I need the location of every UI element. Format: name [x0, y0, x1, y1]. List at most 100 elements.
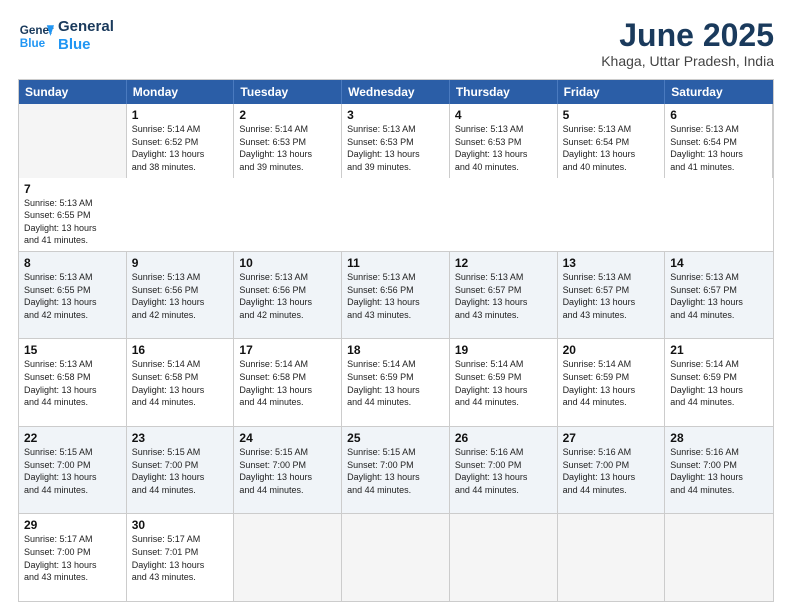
cell-info: Sunrise: 5:14 AMSunset: 6:52 PMDaylight:… — [132, 123, 229, 173]
day-number: 12 — [455, 256, 552, 270]
day-header-friday: Friday — [558, 80, 666, 104]
calendar-cell: 5Sunrise: 5:13 AMSunset: 6:54 PMDaylight… — [558, 104, 666, 177]
cell-info: Sunrise: 5:13 AMSunset: 6:57 PMDaylight:… — [455, 271, 552, 321]
day-number: 5 — [563, 108, 660, 122]
calendar-cell: 13Sunrise: 5:13 AMSunset: 6:57 PMDayligh… — [558, 252, 666, 339]
cell-info: Sunrise: 5:15 AMSunset: 7:00 PMDaylight:… — [347, 446, 444, 496]
location: Khaga, Uttar Pradesh, India — [601, 53, 774, 69]
calendar-cell: 12Sunrise: 5:13 AMSunset: 6:57 PMDayligh… — [450, 252, 558, 339]
calendar-cell: 3Sunrise: 5:13 AMSunset: 6:53 PMDaylight… — [342, 104, 450, 177]
calendar-cell — [19, 104, 127, 177]
day-number: 23 — [132, 431, 229, 445]
cell-info: Sunrise: 5:16 AMSunset: 7:00 PMDaylight:… — [670, 446, 768, 496]
cell-info: Sunrise: 5:13 AMSunset: 6:57 PMDaylight:… — [563, 271, 660, 321]
day-number: 2 — [239, 108, 336, 122]
cell-info: Sunrise: 5:13 AMSunset: 6:54 PMDaylight:… — [670, 123, 767, 173]
day-number: 9 — [132, 256, 229, 270]
cell-info: Sunrise: 5:13 AMSunset: 6:54 PMDaylight:… — [563, 123, 660, 173]
calendar-cell: 6Sunrise: 5:13 AMSunset: 6:54 PMDaylight… — [665, 104, 773, 177]
cell-info: Sunrise: 5:17 AMSunset: 7:01 PMDaylight:… — [132, 533, 229, 583]
calendar-cell: 29Sunrise: 5:17 AMSunset: 7:00 PMDayligh… — [19, 514, 127, 601]
day-number: 1 — [132, 108, 229, 122]
day-number: 10 — [239, 256, 336, 270]
day-number: 29 — [24, 518, 121, 532]
cell-info: Sunrise: 5:13 AMSunset: 6:53 PMDaylight:… — [455, 123, 552, 173]
calendar-cell: 8Sunrise: 5:13 AMSunset: 6:55 PMDaylight… — [19, 252, 127, 339]
calendar-cell: 25Sunrise: 5:15 AMSunset: 7:00 PMDayligh… — [342, 427, 450, 514]
calendar-cell: 2Sunrise: 5:14 AMSunset: 6:53 PMDaylight… — [234, 104, 342, 177]
day-number: 18 — [347, 343, 444, 357]
calendar-cell: 15Sunrise: 5:13 AMSunset: 6:58 PMDayligh… — [19, 339, 127, 426]
cell-info: Sunrise: 5:15 AMSunset: 7:00 PMDaylight:… — [132, 446, 229, 496]
cell-info: Sunrise: 5:16 AMSunset: 7:00 PMDaylight:… — [455, 446, 552, 496]
calendar-cell: 26Sunrise: 5:16 AMSunset: 7:00 PMDayligh… — [450, 427, 558, 514]
day-number: 6 — [670, 108, 767, 122]
day-header-sunday: Sunday — [19, 80, 127, 104]
logo-blue: Blue — [58, 36, 114, 54]
calendar-cell: 28Sunrise: 5:16 AMSunset: 7:00 PMDayligh… — [665, 427, 773, 514]
calendar-cell: 10Sunrise: 5:13 AMSunset: 6:56 PMDayligh… — [234, 252, 342, 339]
calendar-container: General Blue General Blue June 2025 Khag… — [0, 0, 792, 612]
day-header-monday: Monday — [127, 80, 235, 104]
calendar: SundayMondayTuesdayWednesdayThursdayFrid… — [18, 79, 774, 602]
cell-info: Sunrise: 5:16 AMSunset: 7:00 PMDaylight:… — [563, 446, 660, 496]
calendar-cell: 18Sunrise: 5:14 AMSunset: 6:59 PMDayligh… — [342, 339, 450, 426]
day-number: 3 — [347, 108, 444, 122]
calendar-cell: 30Sunrise: 5:17 AMSunset: 7:01 PMDayligh… — [127, 514, 235, 601]
calendar-cell: 1Sunrise: 5:14 AMSunset: 6:52 PMDaylight… — [127, 104, 235, 177]
calendar-cell: 11Sunrise: 5:13 AMSunset: 6:56 PMDayligh… — [342, 252, 450, 339]
calendar-cell: 16Sunrise: 5:14 AMSunset: 6:58 PMDayligh… — [127, 339, 235, 426]
calendar-row-1: 8Sunrise: 5:13 AMSunset: 6:55 PMDaylight… — [19, 252, 773, 340]
cell-info: Sunrise: 5:14 AMSunset: 6:59 PMDaylight:… — [563, 358, 660, 408]
day-number: 28 — [670, 431, 768, 445]
calendar-cell: 22Sunrise: 5:15 AMSunset: 7:00 PMDayligh… — [19, 427, 127, 514]
day-number: 13 — [563, 256, 660, 270]
cell-info: Sunrise: 5:15 AMSunset: 7:00 PMDaylight:… — [24, 446, 121, 496]
calendar-cell: 21Sunrise: 5:14 AMSunset: 6:59 PMDayligh… — [665, 339, 773, 426]
calendar-cell: 14Sunrise: 5:13 AMSunset: 6:57 PMDayligh… — [665, 252, 773, 339]
calendar-cell — [558, 514, 666, 601]
cell-info: Sunrise: 5:17 AMSunset: 7:00 PMDaylight:… — [24, 533, 121, 583]
logo: General Blue General Blue — [18, 18, 114, 54]
cell-info: Sunrise: 5:13 AMSunset: 6:58 PMDaylight:… — [24, 358, 121, 408]
calendar-cell: 17Sunrise: 5:14 AMSunset: 6:58 PMDayligh… — [234, 339, 342, 426]
cell-info: Sunrise: 5:14 AMSunset: 6:58 PMDaylight:… — [239, 358, 336, 408]
cell-info: Sunrise: 5:13 AMSunset: 6:56 PMDaylight:… — [132, 271, 229, 321]
logo-general: General — [58, 18, 114, 36]
calendar-row-4: 29Sunrise: 5:17 AMSunset: 7:00 PMDayligh… — [19, 514, 773, 601]
calendar-body: 1Sunrise: 5:14 AMSunset: 6:52 PMDaylight… — [19, 104, 773, 601]
cell-info: Sunrise: 5:15 AMSunset: 7:00 PMDaylight:… — [239, 446, 336, 496]
day-header-tuesday: Tuesday — [234, 80, 342, 104]
cell-info: Sunrise: 5:14 AMSunset: 6:59 PMDaylight:… — [670, 358, 768, 408]
month-title: June 2025 — [601, 18, 774, 53]
logo-icon: General Blue — [18, 18, 54, 54]
calendar-cell: 27Sunrise: 5:16 AMSunset: 7:00 PMDayligh… — [558, 427, 666, 514]
day-number: 17 — [239, 343, 336, 357]
cell-info: Sunrise: 5:14 AMSunset: 6:59 PMDaylight:… — [455, 358, 552, 408]
day-number: 25 — [347, 431, 444, 445]
cell-info: Sunrise: 5:13 AMSunset: 6:55 PMDaylight:… — [24, 271, 121, 321]
day-number: 24 — [239, 431, 336, 445]
day-number: 26 — [455, 431, 552, 445]
day-header-thursday: Thursday — [450, 80, 558, 104]
day-number: 30 — [132, 518, 229, 532]
day-number: 27 — [563, 431, 660, 445]
day-number: 8 — [24, 256, 121, 270]
cell-info: Sunrise: 5:14 AMSunset: 6:58 PMDaylight:… — [132, 358, 229, 408]
day-header-saturday: Saturday — [665, 80, 773, 104]
title-block: June 2025 Khaga, Uttar Pradesh, India — [601, 18, 774, 69]
calendar-cell: 20Sunrise: 5:14 AMSunset: 6:59 PMDayligh… — [558, 339, 666, 426]
cell-info: Sunrise: 5:14 AMSunset: 6:53 PMDaylight:… — [239, 123, 336, 173]
header: General Blue General Blue June 2025 Khag… — [18, 18, 774, 69]
day-number: 21 — [670, 343, 768, 357]
calendar-cell — [665, 514, 773, 601]
cell-info: Sunrise: 5:13 AMSunset: 6:56 PMDaylight:… — [239, 271, 336, 321]
calendar-cell: 9Sunrise: 5:13 AMSunset: 6:56 PMDaylight… — [127, 252, 235, 339]
calendar-cell: 24Sunrise: 5:15 AMSunset: 7:00 PMDayligh… — [234, 427, 342, 514]
calendar-cell — [342, 514, 450, 601]
calendar-row-2: 15Sunrise: 5:13 AMSunset: 6:58 PMDayligh… — [19, 339, 773, 427]
calendar-row-0: 1Sunrise: 5:14 AMSunset: 6:52 PMDaylight… — [19, 104, 773, 252]
day-header-wednesday: Wednesday — [342, 80, 450, 104]
calendar-cell — [234, 514, 342, 601]
day-number: 14 — [670, 256, 768, 270]
